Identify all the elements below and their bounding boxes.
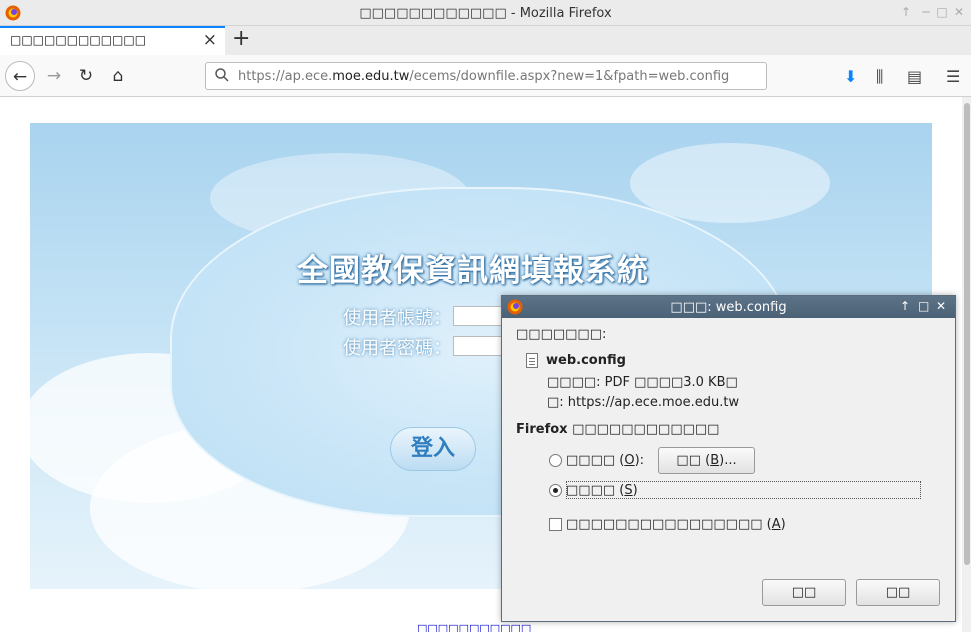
dialog-up-icon[interactable]: ↑ bbox=[900, 299, 910, 313]
sidebar-icon[interactable]: ▤ bbox=[907, 67, 922, 86]
dialog-close-button[interactable]: ✕ bbox=[936, 299, 946, 313]
password-label: 使用者密碼： bbox=[343, 338, 451, 359]
scrollbar-thumb[interactable] bbox=[964, 103, 970, 565]
download-dialog: □□□: web.config ↑ □ ✕ □□□□□□□: web.confi… bbox=[501, 295, 956, 622]
new-tab-button[interactable]: + bbox=[232, 26, 250, 51]
open-with-label: □□□□ (O): bbox=[566, 453, 645, 468]
home-button[interactable]: ⌂ bbox=[103, 61, 133, 91]
remember-choice-checkbox[interactable] bbox=[549, 518, 562, 531]
navigation-toolbar: ← → ↻ ⌂ https://ap.ece.moe.edu.tw/ecems/… bbox=[0, 55, 971, 97]
library-icon[interactable]: ⫼ bbox=[876, 67, 883, 87]
tab-close-icon[interactable]: × bbox=[203, 30, 217, 50]
window-minimize-button[interactable]: ─ bbox=[919, 5, 933, 19]
dialog-titlebar: □□□: web.config ↑ □ ✕ bbox=[502, 296, 955, 318]
window-title: □□□□□□□□□□□□ - Mozilla Firefox bbox=[359, 6, 612, 21]
remember-choice-label: □□□□□□□□□□□□□□□□ (A) bbox=[566, 517, 786, 532]
url-bar[interactable]: https://ap.ece.moe.edu.tw/ecems/downfile… bbox=[205, 62, 767, 90]
search-icon bbox=[215, 68, 229, 82]
cancel-button[interactable]: □□ bbox=[856, 579, 940, 606]
ok-button[interactable]: □□ bbox=[762, 579, 846, 606]
username-label: 使用者帳號： bbox=[343, 308, 451, 329]
tab-strip: □□□□□□□□□□□□ × + bbox=[0, 26, 971, 55]
reload-button[interactable]: ↻ bbox=[71, 61, 101, 91]
window-maximize-button[interactable]: □ bbox=[935, 5, 949, 19]
dialog-title: □□□: web.config bbox=[670, 300, 787, 315]
file-type-line: □□□□: PDF □□□□3.0 KB□ bbox=[547, 375, 738, 390]
file-name: web.config bbox=[546, 353, 626, 368]
back-button[interactable]: ← bbox=[5, 61, 35, 91]
window-up-icon[interactable]: ↑ bbox=[899, 5, 913, 19]
dialog-maximize-button[interactable]: □ bbox=[918, 299, 929, 313]
save-file-label: □□□□ (S) bbox=[566, 483, 638, 498]
window-close-button[interactable]: ✕ bbox=[952, 5, 966, 19]
window-titlebar: □□□□□□□□□□□□ - Mozilla Firefox ↑ ─ □ ✕ bbox=[0, 0, 971, 26]
file-icon bbox=[526, 353, 538, 368]
footer-link[interactable]: □□□□□□□□□□□ bbox=[417, 622, 531, 632]
menu-icon[interactable]: ☰ bbox=[946, 67, 960, 86]
system-title: 全國教保資訊網填報系統 bbox=[297, 253, 649, 289]
tab-title: □□□□□□□□□□□□ bbox=[10, 33, 147, 47]
file-source-line: □: https://ap.ece.moe.edu.tw bbox=[547, 395, 740, 410]
tab-active[interactable]: □□□□□□□□□□□□ × bbox=[0, 26, 225, 55]
url-text: https://ap.ece.moe.edu.tw/ecems/downfile… bbox=[238, 69, 730, 84]
open-with-radio[interactable] bbox=[549, 454, 562, 467]
dialog-question: Firefox □□□□□□□□□□□□ bbox=[516, 422, 720, 437]
page-scrollbar[interactable] bbox=[962, 97, 971, 632]
save-file-radio[interactable] bbox=[549, 484, 562, 497]
dialog-intro: □□□□□□□: bbox=[516, 327, 607, 342]
download-icon[interactable]: ⬇ bbox=[844, 67, 857, 86]
forward-button[interactable]: → bbox=[39, 61, 69, 91]
browse-button[interactable]: □□ (B)... bbox=[658, 447, 755, 474]
login-button[interactable]: 登入 bbox=[390, 427, 476, 471]
